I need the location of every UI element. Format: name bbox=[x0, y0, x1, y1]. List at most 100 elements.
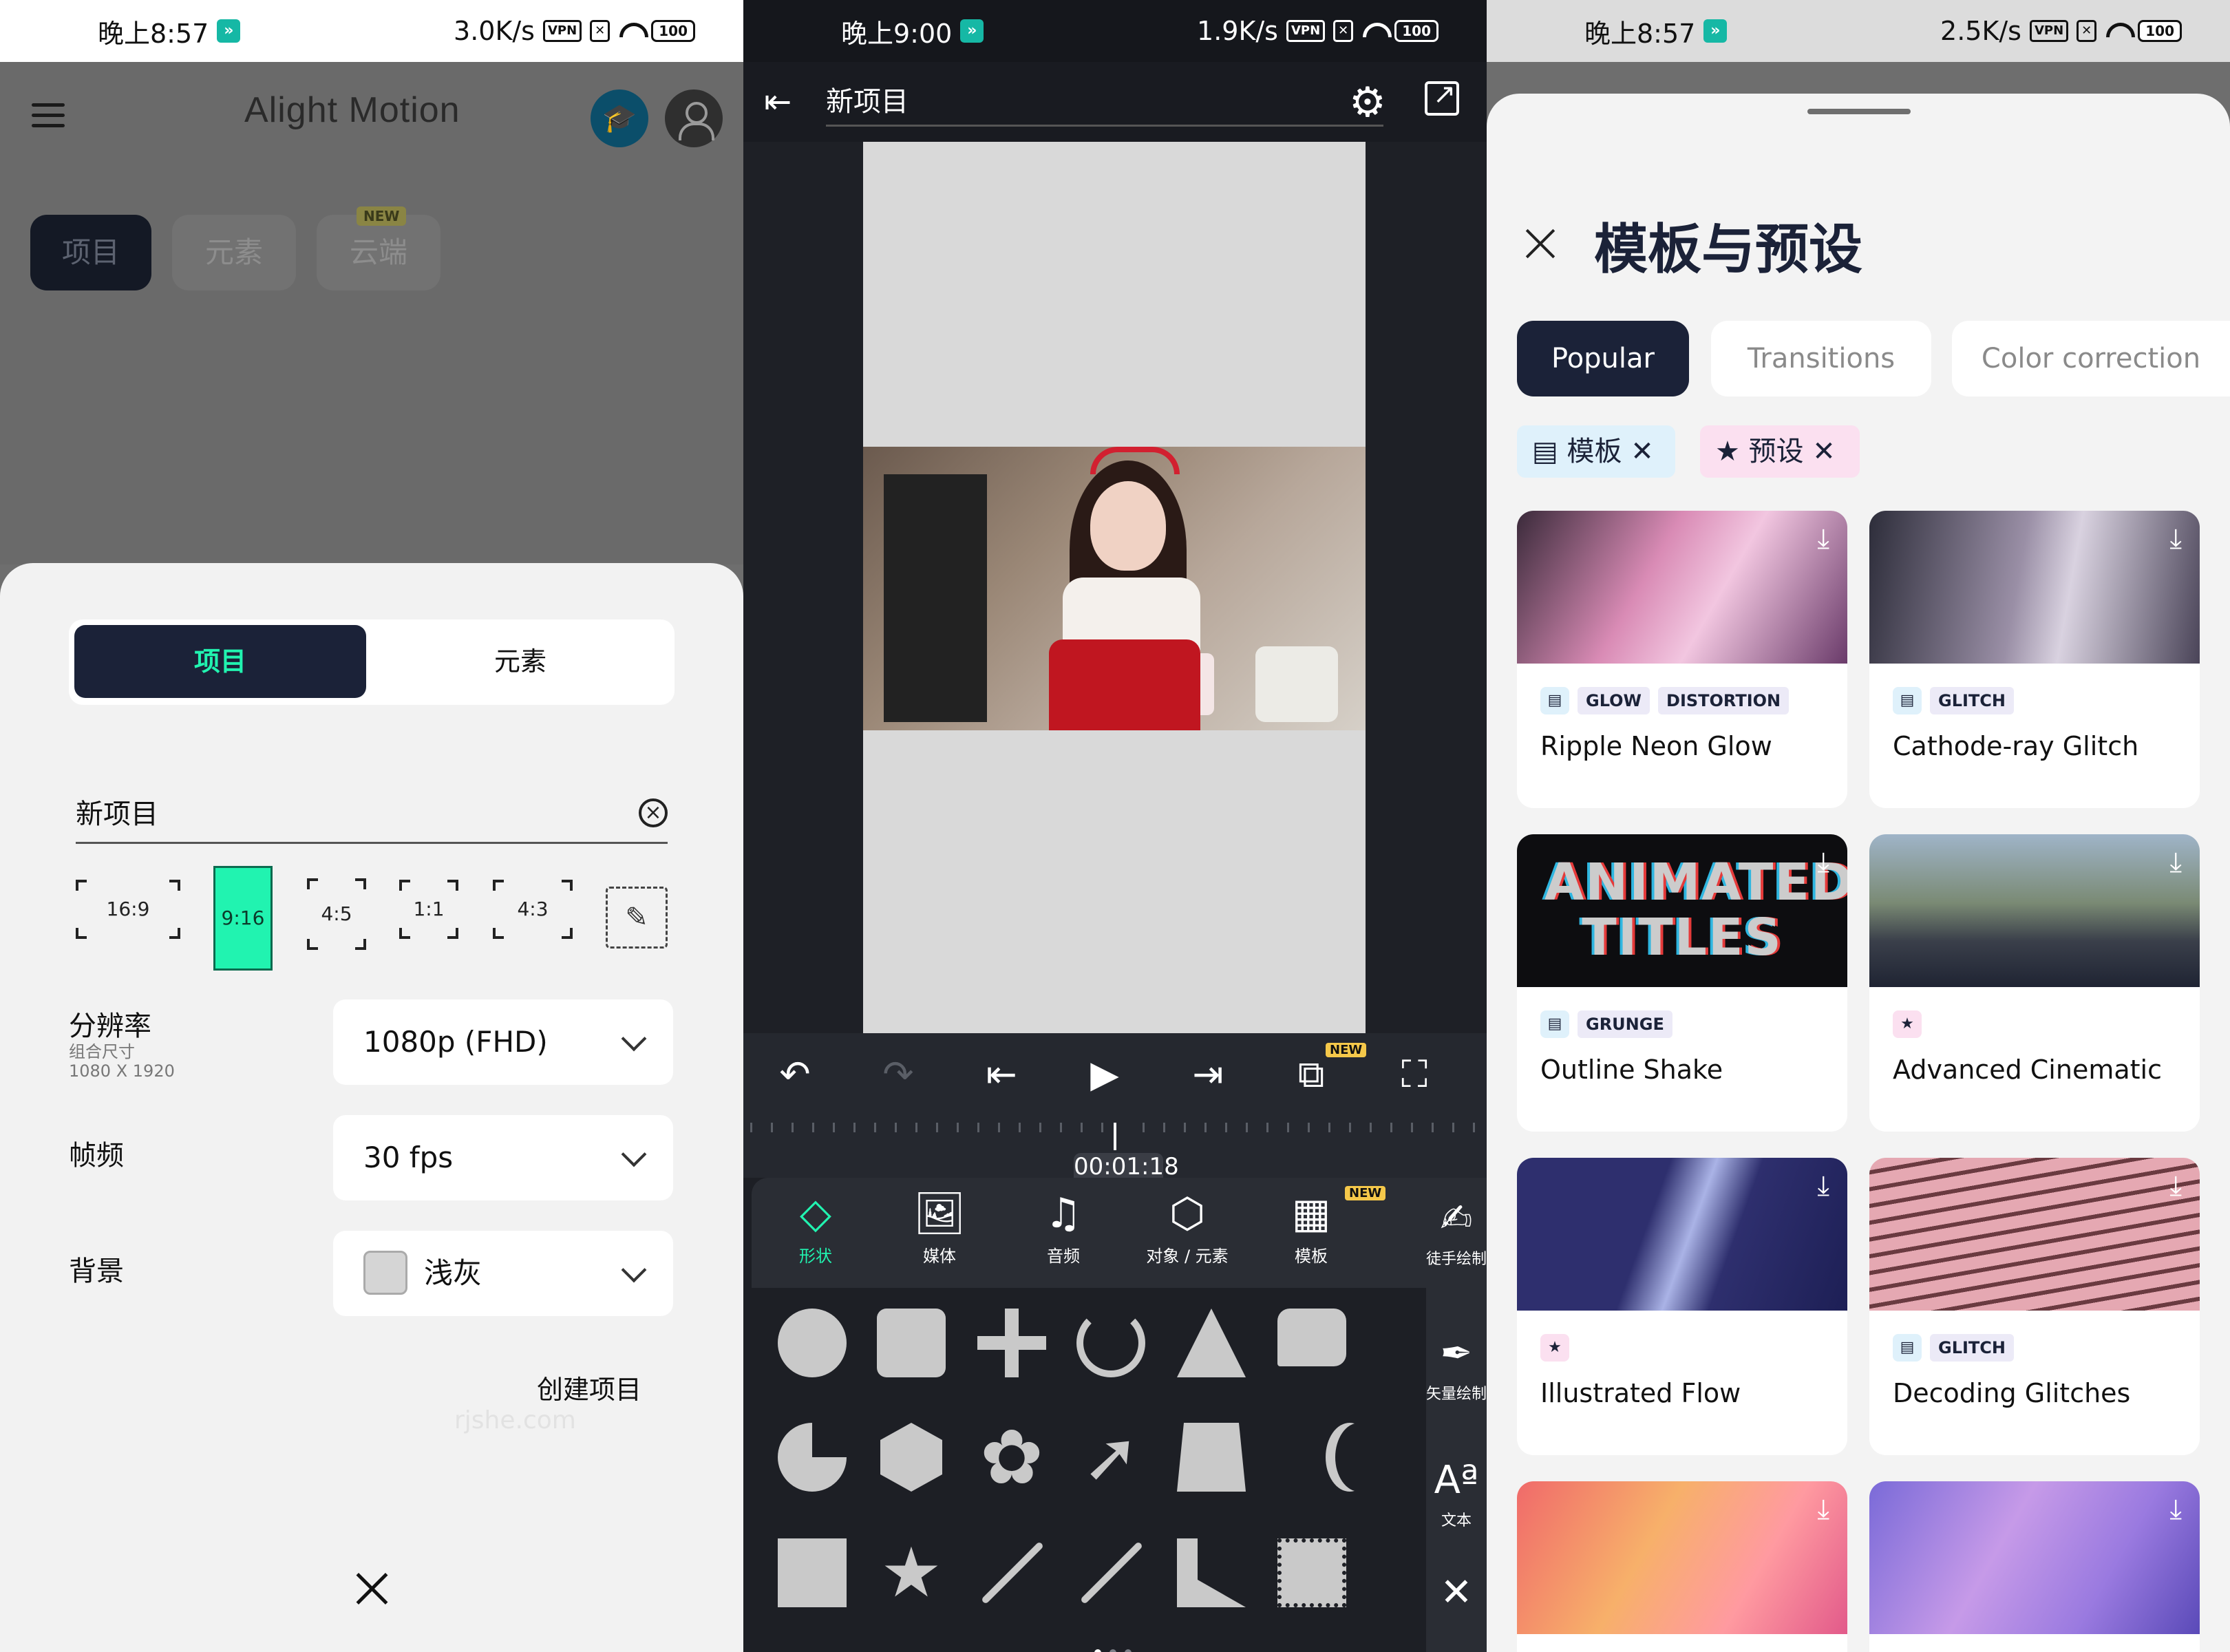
star-shape[interactable]: ★ bbox=[877, 1538, 946, 1607]
hexagon-shape[interactable] bbox=[880, 1423, 942, 1492]
template-card[interactable]: ⤓ ▤ GLITCH Decoding Glitches bbox=[1869, 1158, 2200, 1455]
aspect-9-16-selected[interactable]: 9:16 bbox=[213, 866, 273, 971]
tab-elements[interactable]: 元素 bbox=[172, 215, 296, 290]
template-card[interactable]: ⤓ bbox=[1517, 1481, 1847, 1652]
download-icon[interactable]: ⤓ bbox=[1817, 847, 1829, 878]
arc-shape[interactable] bbox=[1076, 1309, 1145, 1377]
tab-media[interactable]: 🖼 媒体 bbox=[881, 1185, 998, 1267]
filter-chip-preset[interactable]: ★ 预设 ✕ bbox=[1700, 425, 1860, 478]
segment-project[interactable]: 项目 bbox=[74, 625, 366, 698]
plus-shape[interactable] bbox=[977, 1309, 1046, 1377]
new-project-sheet: 项目 元素 新项目 × 16:9 9:16 4:5 1:1 4:3 ✎ 分辨率 … bbox=[0, 563, 743, 1652]
card-thumbnail: ANIMATED TITLES ⤓ bbox=[1517, 834, 1847, 987]
create-project-button[interactable]: 创建项目 bbox=[537, 1368, 641, 1406]
trapezoid-shape[interactable] bbox=[1177, 1423, 1246, 1492]
go-to-end-icon[interactable]: ⇥ bbox=[1184, 1052, 1232, 1096]
crescent-shape[interactable] bbox=[1335, 1423, 1383, 1492]
app-notification-icon: » bbox=[217, 19, 241, 43]
circle-shape[interactable] bbox=[778, 1309, 847, 1377]
star-icon: ★ bbox=[1540, 1334, 1569, 1362]
pie-shape[interactable] bbox=[778, 1423, 847, 1492]
template-card[interactable]: ⤓ ★ Illustrated Flow bbox=[1517, 1158, 1847, 1455]
profile-icon[interactable] bbox=[665, 89, 723, 147]
redo-icon[interactable]: ↷ bbox=[874, 1052, 922, 1096]
text-button[interactable]: Aª 文本 bbox=[1426, 1453, 1487, 1530]
arrow-shape[interactable]: ➚ bbox=[1076, 1423, 1145, 1492]
download-icon[interactable]: ⤓ bbox=[1817, 1170, 1829, 1202]
card-title: Decoding Glitches bbox=[1893, 1378, 2131, 1408]
tab-projects[interactable]: 项目 bbox=[30, 215, 151, 290]
download-icon[interactable]: ⤓ bbox=[2169, 1494, 2182, 1525]
media-layer-photo[interactable] bbox=[863, 447, 1366, 730]
play-icon[interactable]: ▶ bbox=[1081, 1052, 1129, 1096]
flower-shape[interactable]: ✿ bbox=[977, 1419, 1046, 1495]
download-icon[interactable]: ⤓ bbox=[2169, 847, 2182, 878]
close-icon[interactable]: ✕ bbox=[1804, 436, 1836, 467]
tab-shape[interactable]: ◇ 形状 bbox=[757, 1185, 874, 1267]
status-bar: 晚上9:00 » 1.9K/s VPN ✕ 100 bbox=[743, 0, 1487, 62]
fps-dropdown[interactable]: 30 fps bbox=[333, 1115, 673, 1200]
sim-off-icon: ✕ bbox=[1333, 20, 1354, 42]
drag-handle[interactable] bbox=[1807, 109, 1911, 114]
download-icon[interactable]: ⤓ bbox=[2169, 523, 2182, 555]
line-shape[interactable] bbox=[977, 1538, 1046, 1607]
stamp-shape[interactable] bbox=[1277, 1538, 1346, 1607]
gear-icon[interactable]: ⚙ bbox=[1349, 78, 1386, 127]
close-icon[interactable] bbox=[1521, 224, 1560, 263]
learn-icon[interactable]: 🎓 bbox=[591, 89, 648, 147]
exit-icon[interactable]: ⇤ bbox=[764, 83, 803, 121]
menu-icon[interactable] bbox=[32, 103, 65, 128]
template-card[interactable]: ⤓ ▤ GLOW DISTORTION Ripple Neon Glow bbox=[1517, 511, 1847, 808]
chevron-down-icon bbox=[621, 1026, 647, 1052]
square-shape[interactable] bbox=[778, 1538, 847, 1607]
rounded-square-shape[interactable] bbox=[877, 1309, 946, 1377]
background-dropdown[interactable]: 浅灰 bbox=[333, 1231, 673, 1316]
tab-popular[interactable]: Popular bbox=[1517, 321, 1689, 396]
vector-draw-button[interactable]: ✒ 矢量绘制 bbox=[1426, 1326, 1487, 1404]
corner-shape[interactable] bbox=[1177, 1538, 1246, 1607]
close-icon[interactable]: ✕ bbox=[1622, 436, 1654, 467]
segment-element[interactable]: 元素 bbox=[372, 625, 669, 698]
template-card[interactable]: ⤓ ▤ GLITCH Cathode-ray Glitch bbox=[1869, 511, 2200, 808]
template-card[interactable]: ⤓ ★ Advanced Cinematic bbox=[1869, 834, 2200, 1132]
music-icon: ♫ bbox=[1045, 1189, 1082, 1238]
filter-chip-template[interactable]: ▤ 模板 ✕ bbox=[1517, 425, 1675, 478]
close-icon[interactable]: ✕ bbox=[1426, 1570, 1487, 1615]
resolution-dropdown[interactable]: 1080p (FHD) bbox=[333, 999, 673, 1085]
aspect-1-1[interactable]: 1:1 bbox=[399, 880, 458, 939]
tab-transitions[interactable]: Transitions bbox=[1711, 321, 1931, 396]
download-icon[interactable]: ⤓ bbox=[2169, 1170, 2182, 1202]
thick-line-shape[interactable] bbox=[1076, 1538, 1145, 1607]
card-thumbnail: ⤓ bbox=[1517, 511, 1847, 664]
project-name-input[interactable]: 新项目 × bbox=[76, 785, 668, 844]
app-notification-icon: » bbox=[960, 19, 984, 43]
wifi-icon bbox=[618, 21, 643, 41]
template-card[interactable]: ⤓ bbox=[1869, 1481, 2200, 1652]
timeline-ruler[interactable]: 00:01:18 bbox=[743, 1123, 1487, 1180]
download-icon[interactable]: ⤓ bbox=[1817, 1494, 1829, 1525]
playhead[interactable] bbox=[1114, 1123, 1116, 1150]
link-layers-icon[interactable]: ⧉ bbox=[1287, 1052, 1335, 1097]
go-to-start-icon[interactable]: ⇤ bbox=[977, 1052, 1026, 1096]
template-card[interactable]: ANIMATED TITLES ⤓ ▤ GRUNGE Outline Shake bbox=[1517, 834, 1847, 1132]
vpn-icon: VPN bbox=[542, 20, 582, 42]
aspect-4-5[interactable]: 4:5 bbox=[307, 878, 366, 950]
pencil-icon[interactable]: ✎ bbox=[606, 887, 668, 949]
download-icon[interactable]: ⤓ bbox=[1817, 523, 1829, 555]
project-title[interactable]: 新项目 bbox=[826, 77, 1383, 127]
fullscreen-icon[interactable]: ⛶ bbox=[1390, 1052, 1438, 1097]
triangle-shape[interactable] bbox=[1177, 1309, 1246, 1377]
export-icon[interactable] bbox=[1425, 78, 1459, 116]
close-icon[interactable] bbox=[351, 1568, 392, 1609]
freehand-draw-button[interactable]: ✍ 徒手绘制 bbox=[1426, 1192, 1487, 1269]
tab-color-correction[interactable]: Color correction bbox=[1952, 321, 2230, 396]
watermark: rjshe.com bbox=[454, 1406, 576, 1434]
clear-icon[interactable]: × bbox=[639, 798, 668, 827]
undo-icon[interactable]: ↶ bbox=[771, 1052, 819, 1096]
tab-object[interactable]: ⬡ 对象 / 元素 bbox=[1129, 1185, 1246, 1267]
aspect-4-3[interactable]: 4:3 bbox=[493, 880, 573, 939]
aspect-16-9[interactable]: 16:9 bbox=[76, 880, 180, 939]
speech-bubble-shape[interactable] bbox=[1277, 1309, 1346, 1366]
tab-audio[interactable]: ♫ 音频 bbox=[1005, 1185, 1122, 1267]
tab-cloud[interactable]: 云端 bbox=[317, 215, 440, 290]
